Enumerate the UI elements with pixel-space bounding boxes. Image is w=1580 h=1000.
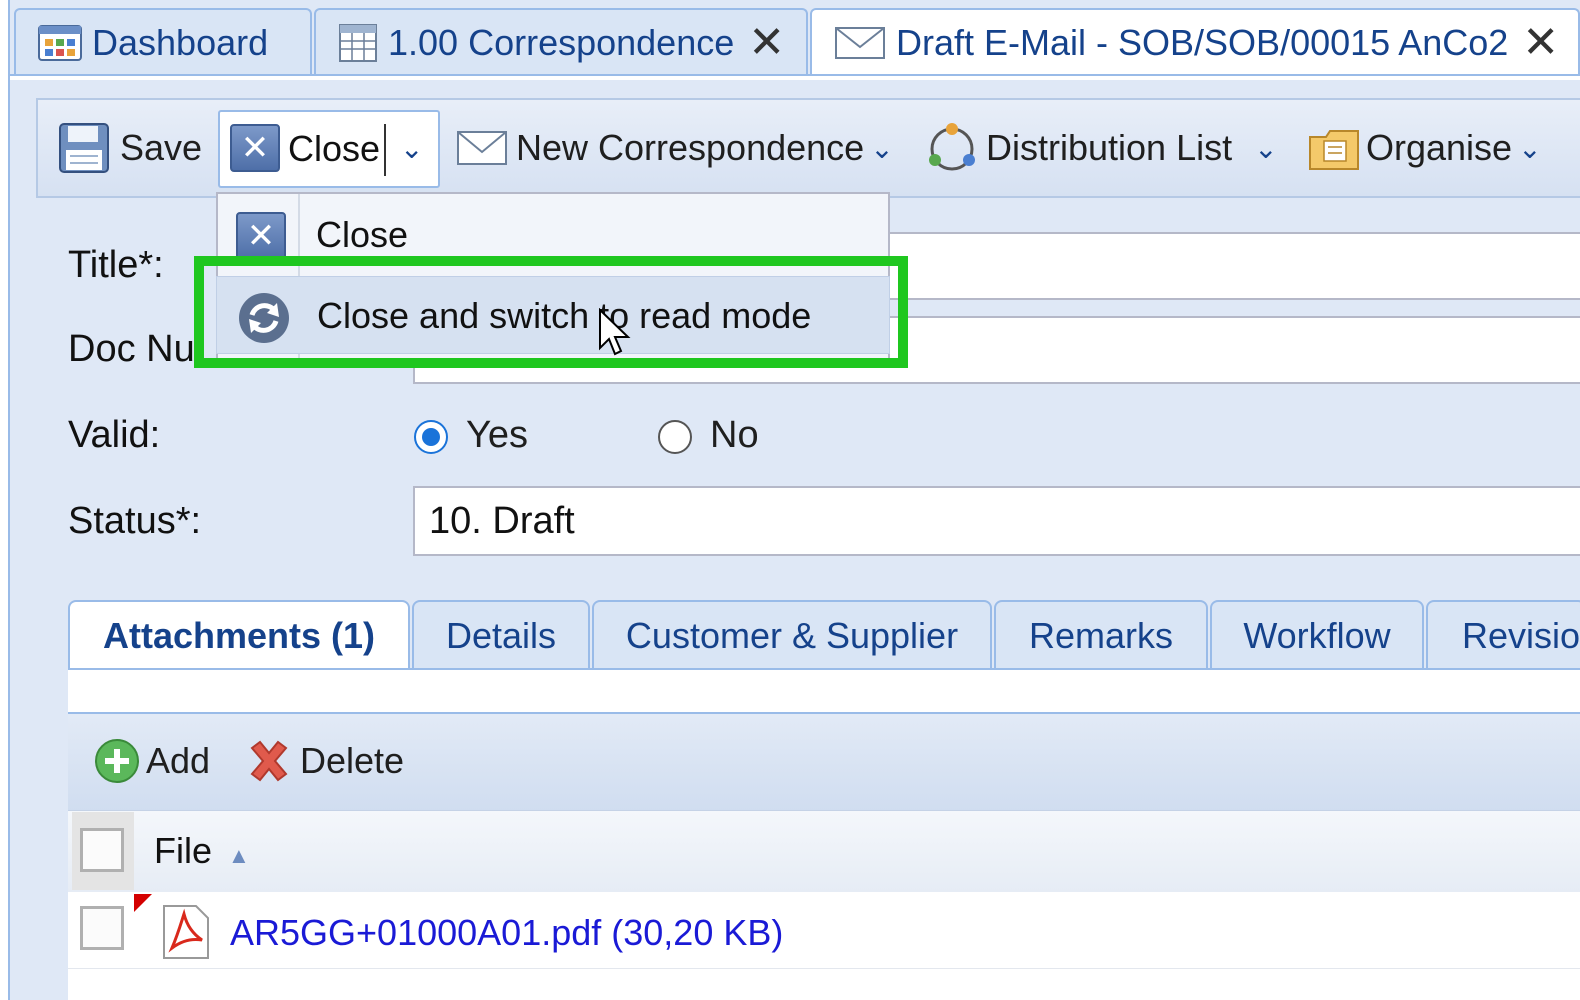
dashboard-icon (38, 25, 82, 61)
close-tab-icon[interactable]: ✕ (748, 21, 785, 65)
tab-label: Dashboard (92, 22, 269, 63)
table-icon (338, 23, 378, 63)
add-label: Add (146, 740, 211, 781)
distribution-list-button[interactable]: Distribution List ⌄ (926, 98, 1278, 198)
file-column-label: File (154, 830, 213, 871)
close-icon: ✕ (236, 212, 286, 260)
tab-draft-email[interactable]: Draft E-Mail - SOB/SOB/00015 AnCo2 ✕ (810, 8, 1580, 76)
sort-ascending-icon: ▲ (228, 843, 250, 868)
tab-attachments[interactable]: Attachments (1) (68, 600, 410, 670)
file-column-header[interactable]: File ▲ (154, 830, 250, 872)
chevron-down-icon: ⌄ (1518, 132, 1542, 164)
status-label: Status*: (68, 500, 202, 542)
pdf-icon (160, 904, 212, 960)
tab-label: 1.00 Correspondence (388, 22, 735, 63)
organise-label: Organise (1366, 127, 1513, 168)
save-button[interactable]: Save (58, 98, 202, 198)
envelope-icon (456, 129, 508, 167)
doc-number-label: Doc Nu (68, 328, 195, 370)
add-button[interactable]: Add (94, 712, 210, 810)
tab-customer-supplier[interactable]: Customer & Supplier (592, 600, 992, 670)
delete-button[interactable]: Delete (246, 712, 404, 810)
dirty-marker-icon (134, 894, 152, 912)
text-caret (384, 124, 386, 176)
delete-icon (246, 738, 292, 784)
valid-yes-label: Yes (466, 414, 528, 456)
close-button-label[interactable]: Close (288, 124, 380, 174)
floppy-icon (58, 122, 110, 174)
valid-label: Valid: (68, 414, 161, 456)
annotation-highlight-box (194, 256, 908, 368)
row-checkbox[interactable] (80, 906, 124, 950)
add-icon (94, 738, 140, 784)
distribution-cycle-icon (926, 122, 978, 174)
tab-correspondence[interactable]: 1.00 Correspondence ✕ (314, 8, 808, 76)
tab-remarks[interactable]: Remarks (994, 600, 1208, 670)
grid-header (68, 810, 1580, 894)
close-icon: ✕ (230, 124, 280, 172)
close-tab-icon[interactable]: ✕ (1522, 21, 1559, 65)
envelope-icon (834, 25, 886, 61)
attachment-file-link[interactable]: AR5GG+01000A01.pdf (30,20 KB) (230, 912, 783, 954)
chevron-down-icon: ⌄ (870, 132, 894, 164)
valid-no-radio[interactable] (658, 420, 692, 454)
tab-revisions[interactable]: Revisio (1426, 600, 1580, 670)
title-label: Title*: (68, 244, 164, 286)
tab-workflow[interactable]: Workflow (1210, 600, 1424, 670)
tab-dashboard[interactable]: Dashboard (14, 8, 312, 76)
delete-label: Delete (300, 740, 405, 781)
valid-no-label: No (710, 414, 759, 456)
chevron-down-icon: ⌄ (1254, 132, 1278, 164)
new-correspondence-button[interactable]: New Correspondence ⌄ (456, 98, 894, 198)
status-field[interactable]: 10. Draft (413, 486, 1580, 556)
valid-yes-radio[interactable] (414, 420, 448, 454)
select-all-checkbox[interactable] (80, 828, 124, 872)
tab-label: Draft E-Mail - SOB/SOB/00015 AnCo2 (896, 22, 1509, 63)
save-label: Save (120, 127, 203, 168)
chevron-down-icon[interactable]: ⌄ (400, 124, 423, 174)
new-correspondence-label: New Correspondence (516, 127, 865, 168)
menu-item-label: Close (316, 214, 409, 255)
organise-button[interactable]: Organise ⌄ (1308, 98, 1542, 198)
distribution-list-label: Distribution List (986, 127, 1233, 168)
tab-details[interactable]: Details (412, 600, 590, 670)
folder-icon (1308, 125, 1360, 171)
